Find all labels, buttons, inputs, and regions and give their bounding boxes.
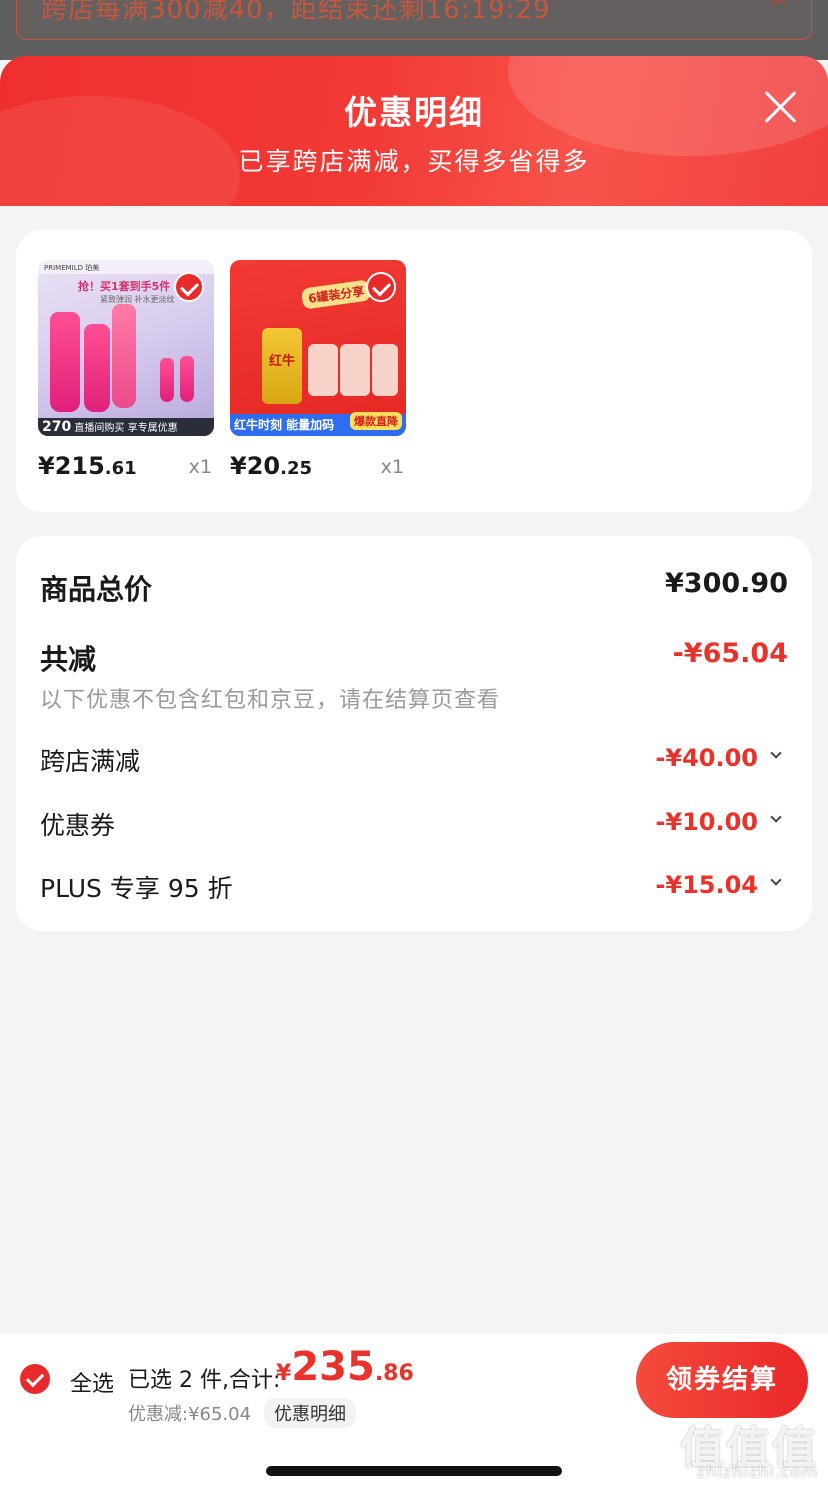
select-all-check-icon[interactable]: [20, 1364, 50, 1394]
background-promo-banner: 跨店每满300减40，距结束还剩16:19:29 ✕: [16, 0, 812, 40]
discount-sheet-header: 优惠明细 已享跨店满减，买得多省得多: [0, 56, 828, 206]
product-quantity: x1: [188, 456, 212, 478]
product-selected-check-icon[interactable]: [174, 272, 204, 302]
price-detail-card: 商品总价 ¥300.90 共减 -¥65.04 以下优惠不包含红包和京豆，请在结…: [16, 536, 812, 931]
discount-value: -¥15.04: [655, 871, 758, 899]
select-all-label[interactable]: 全选: [70, 1366, 114, 1398]
chevron-down-icon[interactable]: [770, 746, 782, 766]
close-icon[interactable]: [762, 88, 798, 124]
saved-amount: 优惠减:¥65.04: [128, 1404, 252, 1425]
product-list-card: PRIMEMILD 珀美 抢！买1套到手5件 紧致弹润 补水更淡纹 270 直播…: [16, 230, 812, 512]
discount-row[interactable]: PLUS 专享 95 折 -¥15.04: [40, 869, 788, 905]
chevron-down-icon[interactable]: [770, 873, 782, 893]
discount-row[interactable]: 跨店满减 -¥40.00: [40, 742, 788, 778]
chevron-down-icon[interactable]: [770, 810, 782, 830]
checkout-button[interactable]: 领券结算: [636, 1342, 808, 1418]
total-price-label: 商品总价: [40, 573, 153, 606]
selected-count: 已选 2 件,合计:: [128, 1368, 281, 1393]
product-price: ¥215.61: [38, 452, 137, 480]
product-image-bar: 270 直播间购买 享专属优惠: [38, 418, 214, 436]
discount-value: -¥40.00: [655, 744, 758, 772]
product-image: 6罐装分享 红牛 红牛时刻 能量加码 爆款直降: [230, 260, 406, 436]
discount-label: 跨店满减: [40, 747, 141, 776]
total-reduction-row: 共减 -¥65.04: [40, 638, 788, 678]
product-tagline: 紧致弹润 补水更淡纹: [100, 295, 175, 304]
total-price-row: 商品总价 ¥300.90: [40, 568, 788, 608]
discount-value: -¥10.00: [655, 808, 758, 836]
background-close-icon: ✕: [767, 0, 789, 15]
product-ribbon: 6罐装分享: [300, 279, 372, 310]
sheet-title: 优惠明细: [344, 93, 484, 132]
discount-detail-button[interactable]: 优惠明细: [264, 1398, 356, 1428]
product-selected-check-icon[interactable]: [366, 272, 396, 302]
home-indicator[interactable]: [266, 1466, 562, 1476]
product-item[interactable]: 6罐装分享 红牛 红牛时刻 能量加码 爆款直降 ¥20.25 x1: [230, 260, 406, 480]
product-image: PRIMEMILD 珀美 抢！买1套到手5件 紧致弹润 补水更淡纹 270 直播…: [38, 260, 214, 436]
total-reduction-value: -¥65.04: [672, 638, 788, 669]
total-reduction-label: 共减: [40, 643, 97, 676]
discount-label: PLUS 专享 95 折: [40, 874, 233, 903]
total-amount: ¥235.86: [276, 1344, 414, 1390]
sheet-subtitle: 已享跨店满减，买得多省得多: [238, 147, 590, 176]
product-can: 红牛: [262, 328, 302, 404]
product-item[interactable]: PRIMEMILD 珀美 抢！买1套到手5件 紧致弹润 补水更淡纹 270 直播…: [38, 260, 214, 480]
background-promo-text: 跨店每满300减40，距结束还剩16:19:29: [41, 0, 551, 25]
discount-row[interactable]: 优惠券 -¥10.00: [40, 806, 788, 842]
discount-label: 优惠券: [40, 811, 116, 840]
product-quantity: x1: [380, 456, 404, 478]
product-price: ¥20.25: [230, 452, 312, 480]
total-price-value: ¥300.90: [665, 568, 788, 599]
product-hot-badge: 爆款直降: [350, 412, 402, 430]
reduction-note: 以下优惠不包含红包和京豆，请在结算页查看: [40, 688, 501, 713]
watermark-url: zhizhizhi.com: [696, 1462, 818, 1481]
product-headline: 抢！买1套到手5件: [78, 280, 171, 293]
